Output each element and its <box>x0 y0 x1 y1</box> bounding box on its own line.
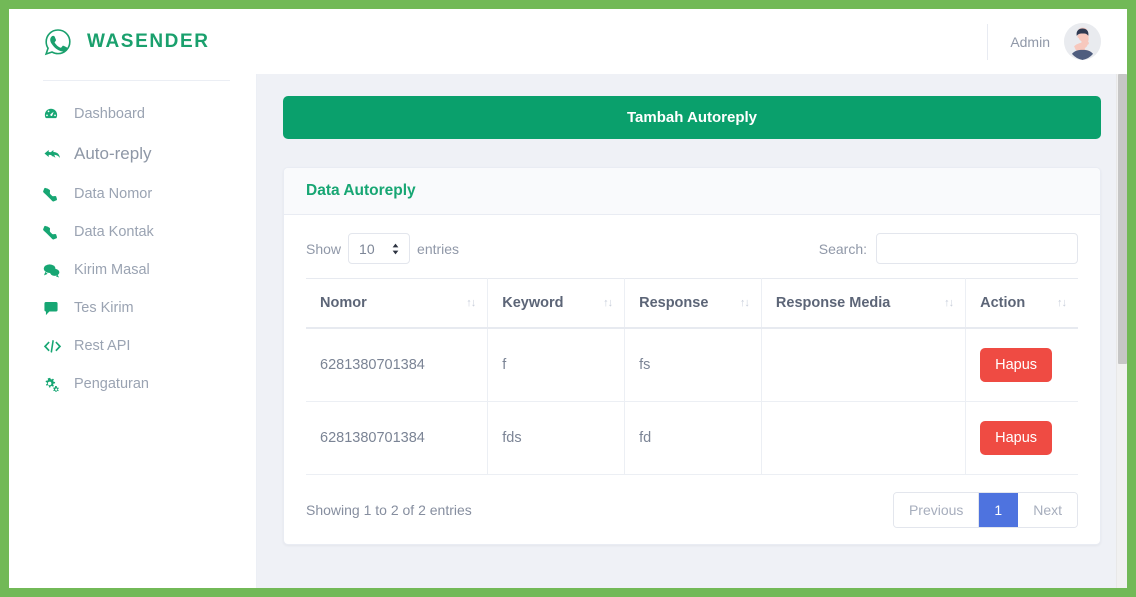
cell-keyword: f <box>487 328 626 402</box>
card-header: Data Autoreply <box>284 168 1100 215</box>
column-label: Response <box>639 295 709 311</box>
delete-button[interactable]: Hapus <box>980 348 1053 382</box>
pagination-previous[interactable]: Previous <box>893 493 980 527</box>
cell-response-media <box>761 401 967 475</box>
entries-info: Showing 1 to 2 of 2 entries <box>306 502 472 518</box>
column-header-response[interactable]: Response ↑↓ <box>624 278 762 329</box>
cell-nomor: 6281380701384 <box>306 401 489 475</box>
reply-all-icon <box>43 146 62 162</box>
sidebar-item-label: Data Kontak <box>74 224 154 240</box>
sidebar-item-tes-kirim[interactable]: Tes Kirim <box>9 289 256 327</box>
add-autoreply-button[interactable]: Tambah Autoreply <box>283 96 1101 139</box>
cell-nomor: 6281380701384 <box>306 328 489 402</box>
sidebar-item-label: Data Nomor <box>74 186 153 202</box>
cell-response: fd <box>624 401 762 475</box>
comments-icon <box>43 262 62 278</box>
data-autoreply-card: Data Autoreply Show 10 entries Search: N… <box>283 167 1101 545</box>
phone-icon <box>43 224 62 240</box>
table-footer: Showing 1 to 2 of 2 entries Previous 1 N… <box>306 475 1078 528</box>
cell-response: fs <box>624 328 762 402</box>
sort-icon: ↑↓ <box>603 296 613 309</box>
sort-icon: ↑↓ <box>739 296 750 309</box>
vertical-scrollbar[interactable] <box>1116 74 1127 588</box>
sidebar-item-label: Rest API <box>74 338 131 354</box>
avatar[interactable] <box>1064 23 1101 60</box>
sidebar: Dashboard Auto-reply Data Nomor Data Kon… <box>9 74 257 588</box>
sidebar-item-rest-api[interactable]: Rest API <box>9 327 256 365</box>
sidebar-item-data-kontak[interactable]: Data Kontak <box>9 213 256 251</box>
sort-icon: ↑↓ <box>1057 296 1067 309</box>
entries-label: entries <box>417 240 460 257</box>
page-length-control: Show 10 entries <box>306 233 459 264</box>
card-title: Data Autoreply <box>306 182 416 199</box>
search-label: Search: <box>818 240 867 257</box>
page-body: Dashboard Auto-reply Data Nomor Data Kon… <box>9 74 1127 588</box>
search-control: Search: <box>819 233 1078 264</box>
sidebar-item-label: Pengaturan <box>74 376 149 392</box>
column-header-keyword[interactable]: Keyword ↑↓ <box>487 278 626 329</box>
table-head: Nomor ↑↓ Keyword ↑↓ Response ↑↓ Response… <box>306 278 1078 329</box>
tachometer-icon <box>43 106 62 122</box>
cell-action: Hapus <box>965 401 1078 475</box>
sidebar-item-label: Tes Kirim <box>74 300 134 316</box>
sidebar-item-pengaturan[interactable]: Pengaturan <box>9 365 256 403</box>
top-navbar: WASENDER Admin <box>9 9 1127 74</box>
page-length-value: 10 <box>359 240 375 257</box>
cogs-icon <box>43 376 62 392</box>
card-body: Show 10 entries Search: Nomor ↑↓ Keyword… <box>284 215 1100 544</box>
brand-name: WASENDER <box>87 30 210 52</box>
sidebar-item-auto-reply[interactable]: Auto-reply <box>9 133 256 175</box>
brand-logo[interactable]: WASENDER <box>43 27 210 57</box>
table-header-row: Nomor ↑↓ Keyword ↑↓ Response ↑↓ Response… <box>306 278 1078 329</box>
sidebar-item-kirim-masal[interactable]: Kirim Masal <box>9 251 256 289</box>
cell-keyword: fds <box>487 401 626 475</box>
pagination-next[interactable]: Next <box>1018 493 1077 527</box>
pagination-page-1[interactable]: 1 <box>979 493 1019 527</box>
pagination: Previous 1 Next <box>892 492 1078 528</box>
table-row: 6281380701384 f fs Hapus <box>306 328 1078 402</box>
sort-icon: ↑↓ <box>944 296 954 309</box>
table-controls: Show 10 entries Search: <box>306 233 1078 264</box>
column-header-response-media[interactable]: Response Media ↑↓ <box>761 278 967 329</box>
column-header-action[interactable]: Action ↑↓ <box>965 278 1078 329</box>
page-length-select[interactable]: 10 <box>348 233 411 264</box>
delete-button[interactable]: Hapus <box>980 421 1053 455</box>
table-body: 6281380701384 f fs Hapus 6281380701384 f… <box>306 328 1078 475</box>
sidebar-item-dashboard[interactable]: Dashboard <box>9 95 256 133</box>
column-label: Action <box>980 295 1026 311</box>
scrollbar-thumb[interactable] <box>1118 74 1127 364</box>
sidebar-item-label: Kirim Masal <box>74 262 150 278</box>
whatsapp-icon <box>43 27 73 57</box>
column-label: Keyword <box>502 295 564 311</box>
cell-response-media <box>761 328 967 402</box>
cell-action: Hapus <box>965 328 1078 402</box>
autoreply-table: Nomor ↑↓ Keyword ↑↓ Response ↑↓ Response… <box>306 278 1078 475</box>
phone-icon <box>43 186 62 202</box>
topbar-divider <box>987 23 989 60</box>
sort-icon: ↑↓ <box>466 296 476 309</box>
sidebar-divider <box>43 80 230 81</box>
sidebar-item-label: Dashboard <box>74 106 145 122</box>
main-content: Tambah Autoreply Data Autoreply Show 10 <box>257 74 1127 588</box>
admin-label: Admin <box>1010 33 1050 50</box>
column-header-nomor[interactable]: Nomor ↑↓ <box>306 278 489 329</box>
comment-icon <box>43 300 62 316</box>
search-input[interactable] <box>876 233 1078 264</box>
show-label: Show <box>306 240 342 257</box>
app-window: WASENDER Admin Dashboard Auto-reply Data… <box>0 0 1136 597</box>
chevron-updown-icon <box>391 243 400 255</box>
column-label: Nomor <box>320 295 367 311</box>
code-icon <box>43 338 62 354</box>
topbar-user-area: Admin <box>987 23 1105 60</box>
table-row: 6281380701384 fds fd Hapus <box>306 401 1078 475</box>
sidebar-item-label: Auto-reply <box>74 144 152 163</box>
sidebar-item-data-nomor[interactable]: Data Nomor <box>9 175 256 213</box>
column-label: Response Media <box>775 295 891 311</box>
